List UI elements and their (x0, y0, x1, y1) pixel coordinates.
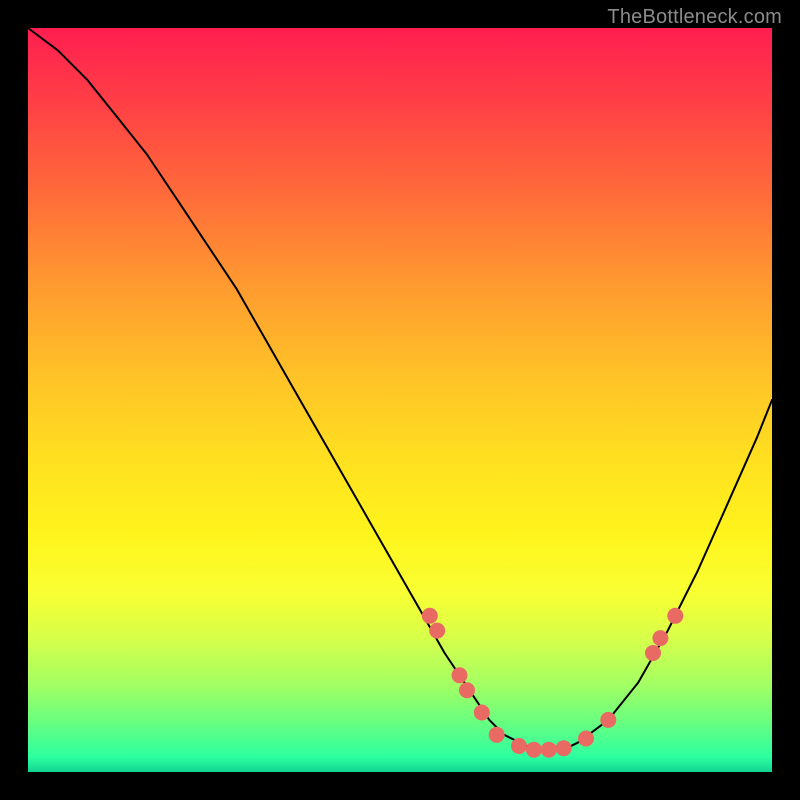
marker-10 (556, 740, 572, 756)
marker-13 (645, 645, 661, 661)
marker-11 (578, 731, 594, 747)
marker-6 (489, 727, 505, 743)
marker-group (422, 608, 684, 758)
marker-3 (452, 667, 468, 683)
marker-1 (422, 608, 438, 624)
marker-14 (652, 630, 668, 646)
watermark-text: TheBottleneck.com (607, 6, 782, 29)
marker-9 (541, 742, 557, 758)
marker-5 (474, 705, 490, 721)
chart-svg (28, 28, 772, 772)
marker-2 (429, 623, 445, 639)
marker-12 (600, 712, 616, 728)
chart-plot-area (28, 28, 772, 772)
marker-4 (459, 682, 475, 698)
marker-15 (667, 608, 683, 624)
marker-8 (526, 742, 542, 758)
marker-7 (511, 738, 527, 754)
